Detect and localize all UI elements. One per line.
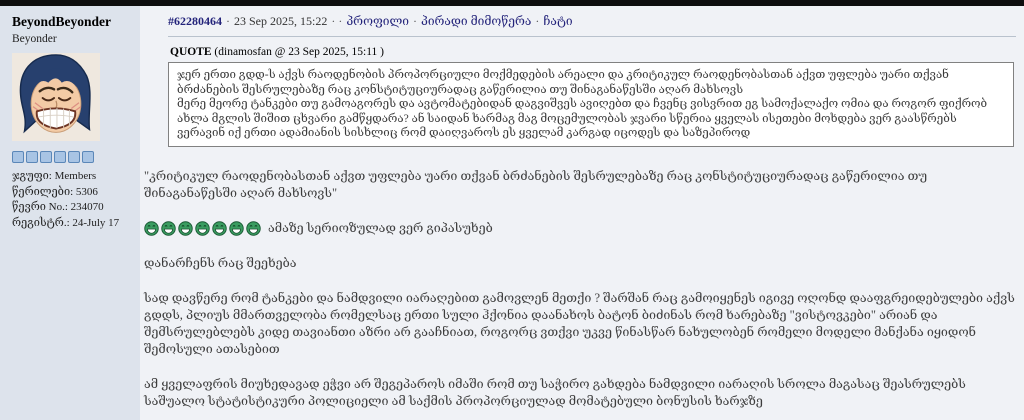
member-posts: წერილები: 5306: [12, 185, 98, 198]
member-sidebar: BeyondBeyonder Beyonder ჯგუფი: Members წ…: [0, 6, 140, 420]
rating-pip: [40, 151, 52, 163]
green-laugh-emoji: [161, 220, 176, 236]
quote-attribution: (dinamosfan @ 23 Sep 2025, 15:11 ): [214, 46, 384, 58]
forum-post-page: BeyondBeyonder Beyonder ჯგუფი: Members წ…: [0, 0, 1024, 420]
rating-pip: [82, 151, 94, 163]
quote-section: QUOTE (dinamosfan @ 23 Sep 2025, 15:11 )…: [168, 46, 1014, 147]
rating-pips: [12, 151, 140, 163]
quote-label: QUOTE: [170, 46, 212, 58]
body-paragraph-rest: დანარჩენს რაც შეეხება: [144, 255, 297, 270]
separator: ·: [535, 14, 540, 28]
chat-link[interactable]: ჩატი: [543, 14, 572, 28]
green-laugh-emoji: [246, 220, 261, 236]
green-laugh-emoji: [229, 220, 244, 236]
body-paragraph-doubt: ამ ყველაფრის მიუხედავად ეჭვი არ შეგეპარო…: [144, 376, 966, 408]
green-laugh-emoji: [178, 220, 193, 236]
body-quoted-line: "კრიტიკულ რაოდენობასთან აქვთ უფლება უარი…: [144, 168, 928, 200]
post-timestamp: 23 Sep 2025, 15:22: [234, 14, 328, 28]
quote-box: ჯერ ერთი გდდ-ს აქვს რაოდენობის პროპორციუ…: [168, 62, 1014, 147]
post-id-link[interactable]: #62280464: [168, 14, 222, 28]
green-laugh-emoji: [144, 220, 159, 236]
post-main: #62280464 · 23 Sep 2025, 15:22 · · პროფილი · პ…: [140, 6, 1024, 420]
quote-line: მერე მეორე ტანკები თუ გამოაგორეს და ავტო…: [177, 98, 988, 139]
username-link[interactable]: BeyondBeyonder: [12, 14, 140, 30]
private-message-link[interactable]: პირადი მიმოწერა: [421, 14, 531, 28]
member-regdate: რეგისტრ.: 24-July 17: [12, 216, 120, 229]
post-row: BeyondBeyonder Beyonder ჯგუფი: Members წ…: [0, 6, 1024, 420]
avatar: [12, 53, 100, 141]
post-body: "კრიტიკულ რაოდენობასთან აქვთ უფლება უარი…: [144, 168, 1016, 420]
rating-pip: [54, 151, 66, 163]
quote-line: ჯერ ერთი გდდ-ს აქვს რაოდენობის პროპორციუ…: [177, 69, 949, 96]
profile-link[interactable]: პროფილი: [346, 14, 409, 28]
rating-pip: [12, 151, 24, 163]
rating-pip: [68, 151, 80, 163]
post-header: #62280464 · 23 Sep 2025, 15:22 · · პროფილი · პ…: [144, 6, 1018, 36]
member-title: Beyonder: [12, 33, 57, 45]
green-laugh-emoji: [212, 220, 227, 236]
green-laugh-emoji: [195, 220, 210, 236]
rating-pip: [26, 151, 38, 163]
body-paragraph-tanks: სად დავწერე რომ ტანკები და ნამდვილი იარა…: [144, 290, 1015, 356]
emoji-row: ამაზე სერიოზულად ვერ გიპასუხებ: [144, 220, 1016, 237]
separator: · ·: [331, 14, 343, 28]
member-number: წევრი No.: 234070: [12, 201, 104, 213]
separator: ·: [226, 14, 230, 28]
member-group: ჯგუფი: Members: [12, 170, 97, 182]
header-divider: [168, 36, 1016, 37]
laughing-man-avatar-image: [12, 53, 100, 141]
quote-title: QUOTE (dinamosfan @ 23 Sep 2025, 15:11 ): [170, 46, 1014, 58]
separator: ·: [412, 14, 417, 28]
emoji-caption: ამაზე სერიოზულად ვერ გიპასუხებ: [268, 220, 493, 235]
